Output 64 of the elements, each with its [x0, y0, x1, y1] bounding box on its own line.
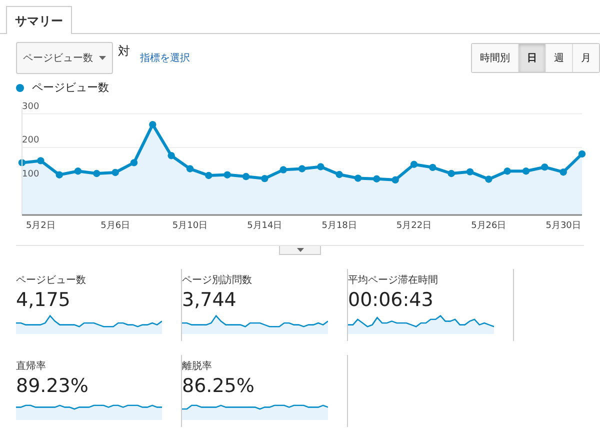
metric-value: 86.25%: [182, 375, 256, 397]
caret-icon: [296, 248, 304, 252]
data-point: [18, 159, 26, 166]
x-tick-label: 5月30日: [546, 221, 581, 231]
data-point: [336, 170, 343, 178]
metric-label: 離脱率: [182, 360, 213, 373]
data-point: [242, 172, 250, 180]
data-point: [37, 157, 44, 164]
data-point: [504, 168, 511, 175]
data-point: [186, 165, 194, 172]
y-tick-label: 300: [22, 102, 40, 112]
period-button[interactable]: 時間別: [472, 44, 518, 72]
data-point: [112, 168, 119, 176]
data-point: [429, 164, 436, 172]
data-point: [522, 168, 530, 175]
data-point: [280, 166, 287, 174]
metric-value: 00:06:43: [348, 289, 434, 311]
data-point: [74, 168, 82, 175]
versus-label: 対: [118, 42, 130, 60]
metric-dropdown[interactable]: ページビュー数: [16, 42, 113, 74]
x-tick-label: 5月18日: [322, 221, 357, 231]
data-point: [56, 171, 63, 178]
select-metric-link[interactable]: 指標を選択: [140, 51, 190, 65]
metric-value: 3,744: [182, 289, 238, 311]
expand-handle[interactable]: [279, 246, 321, 255]
x-tick-label: 5月10日: [172, 221, 208, 231]
tab[interactable]: サマリー: [6, 6, 72, 34]
period-button[interactable]: 週: [545, 44, 572, 72]
data-point: [410, 160, 418, 168]
data-point: [392, 176, 399, 184]
y-tick-label: 200: [22, 136, 40, 146]
data-point: [168, 152, 175, 160]
data-point: [578, 150, 586, 158]
x-tick-label: 5月6日: [100, 221, 130, 231]
x-tick-label: 5月14日: [247, 221, 282, 231]
caret-icon: [99, 56, 106, 60]
metric-label: 平均ページ滞在時間: [348, 274, 439, 287]
metric-value: 4,175: [16, 289, 72, 311]
data-point: [298, 165, 306, 172]
metric-value: 89.23%: [16, 375, 90, 397]
data-point: [317, 163, 324, 170]
metric-label: ページビュー数: [16, 274, 87, 287]
x-tick-label: 5月26日: [471, 221, 506, 231]
data-point: [149, 120, 156, 128]
data-point: [560, 168, 567, 176]
data-point: [485, 176, 492, 183]
data-point: [373, 175, 380, 182]
legend-label: ページビュー数: [32, 80, 109, 95]
data-point: [130, 159, 138, 166]
x-tick-label: 5月22日: [396, 221, 432, 231]
metric-label: 直帰率: [16, 360, 47, 373]
data-point: [354, 174, 362, 182]
data-point: [466, 168, 474, 176]
data-point: [541, 163, 548, 171]
x-tick-label: 5月2日: [26, 221, 56, 231]
y-tick-label: 100: [22, 169, 40, 180]
data-point: [224, 171, 231, 178]
data-point: [93, 170, 100, 178]
metric-label: ページ別訪問数: [182, 274, 253, 287]
period-button[interactable]: 月: [572, 44, 599, 72]
data-point: [261, 174, 268, 182]
data-point: [205, 172, 212, 180]
data-point: [448, 170, 455, 178]
period-button[interactable]: 日: [518, 44, 545, 72]
